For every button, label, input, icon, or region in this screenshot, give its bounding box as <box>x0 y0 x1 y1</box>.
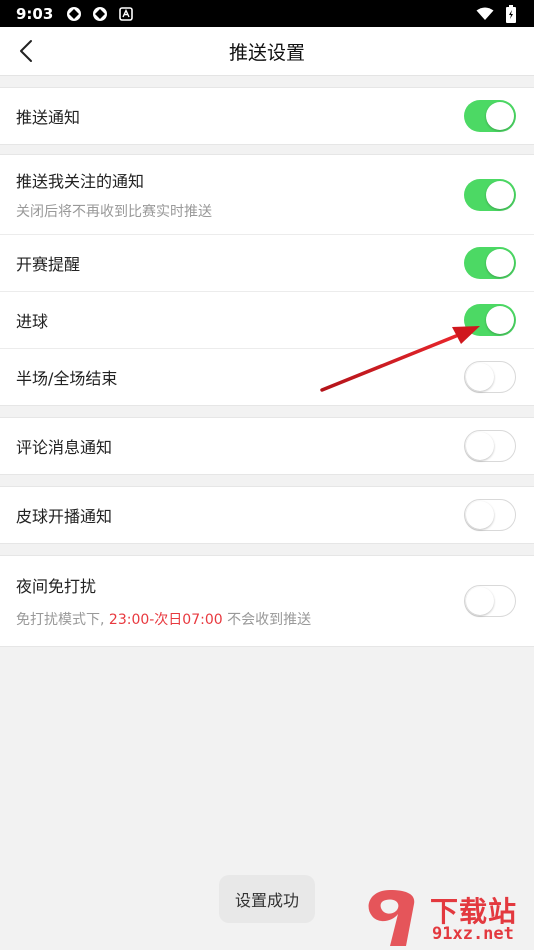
comment-notification-toggle[interactable] <box>464 430 516 462</box>
setting-label: 进球 <box>16 312 49 331</box>
setting-description: 关闭后将不再收到比赛实时推送 <box>16 204 212 220</box>
settings-group-live: 皮球开播通知 <box>0 486 534 544</box>
setting-row-half-full-time[interactable]: 半场/全场结束 <box>0 349 534 405</box>
site-watermark: 下载站 91xz.net <box>360 884 534 950</box>
setting-label: 开赛提醒 <box>16 255 81 274</box>
toast-message: 设置成功 <box>219 875 315 923</box>
settings-group-dnd: 夜间免打扰 免打扰模式下, 23:00-次日07:00 不会收到推送 <box>0 555 534 647</box>
back-button[interactable] <box>12 37 40 65</box>
setting-label: 评论消息通知 <box>16 438 113 457</box>
settings-group-match: 推送我关注的通知 关闭后将不再收到比赛实时推送 开赛提醒 进球 半场/全场结束 <box>0 154 534 406</box>
setting-label: 半场/全场结束 <box>16 369 118 388</box>
settings-group-push: 推送通知 <box>0 87 534 145</box>
settings-group-comments: 评论消息通知 <box>0 417 534 475</box>
watermark-logo-icon <box>368 890 415 946</box>
do-not-disturb-toggle[interactable] <box>464 585 516 617</box>
setting-label: 皮球开播通知 <box>16 507 113 526</box>
setting-row-goal[interactable]: 进球 <box>0 292 534 349</box>
setting-row-push-notification[interactable]: 推送通知 <box>0 88 534 144</box>
push-notification-toggle[interactable] <box>464 100 516 132</box>
setting-label: 推送通知 <box>16 108 81 127</box>
page-title: 推送设置 <box>228 41 305 64</box>
text-app-icon <box>117 5 135 23</box>
app-notification-icon <box>65 5 83 23</box>
setting-row-match-start[interactable]: 开赛提醒 <box>0 235 534 292</box>
dnd-description-suffix: 不会收到推送 <box>222 612 312 628</box>
navigation-bar: 推送设置 <box>0 27 534 76</box>
dnd-description-prefix: 免打扰模式下, <box>16 612 109 628</box>
back-arrow-icon <box>20 40 32 62</box>
live-notification-toggle[interactable] <box>464 499 516 531</box>
setting-label: 夜间免打扰 <box>16 577 97 596</box>
watermark-url: 91xz.net <box>432 924 514 944</box>
status-time: 9:03 <box>16 4 54 23</box>
setting-description: 免打扰模式下, 23:00-次日07:00 不会收到推送 <box>16 609 464 629</box>
battery-icon <box>502 4 520 23</box>
wifi-icon <box>476 5 494 23</box>
setting-row-followed-notification[interactable]: 推送我关注的通知 关闭后将不再收到比赛实时推送 <box>0 155 534 235</box>
setting-label: 推送我关注的通知 <box>16 172 145 191</box>
setting-row-comment-notification[interactable]: 评论消息通知 <box>0 418 534 474</box>
dnd-time-range: 23:00-次日07:00 <box>108 612 223 628</box>
followed-notification-toggle[interactable] <box>464 178 516 211</box>
setting-row-do-not-disturb[interactable]: 夜间免打扰 免打扰模式下, 23:00-次日07:00 不会收到推送 <box>0 556 534 646</box>
app-notification-icon <box>91 5 109 23</box>
setting-row-live-notification[interactable]: 皮球开播通知 <box>0 487 534 543</box>
status-bar: 9:03 <box>0 0 534 27</box>
half-full-time-toggle[interactable] <box>464 361 516 393</box>
match-start-toggle[interactable] <box>464 247 516 279</box>
goal-toggle[interactable] <box>464 304 516 336</box>
